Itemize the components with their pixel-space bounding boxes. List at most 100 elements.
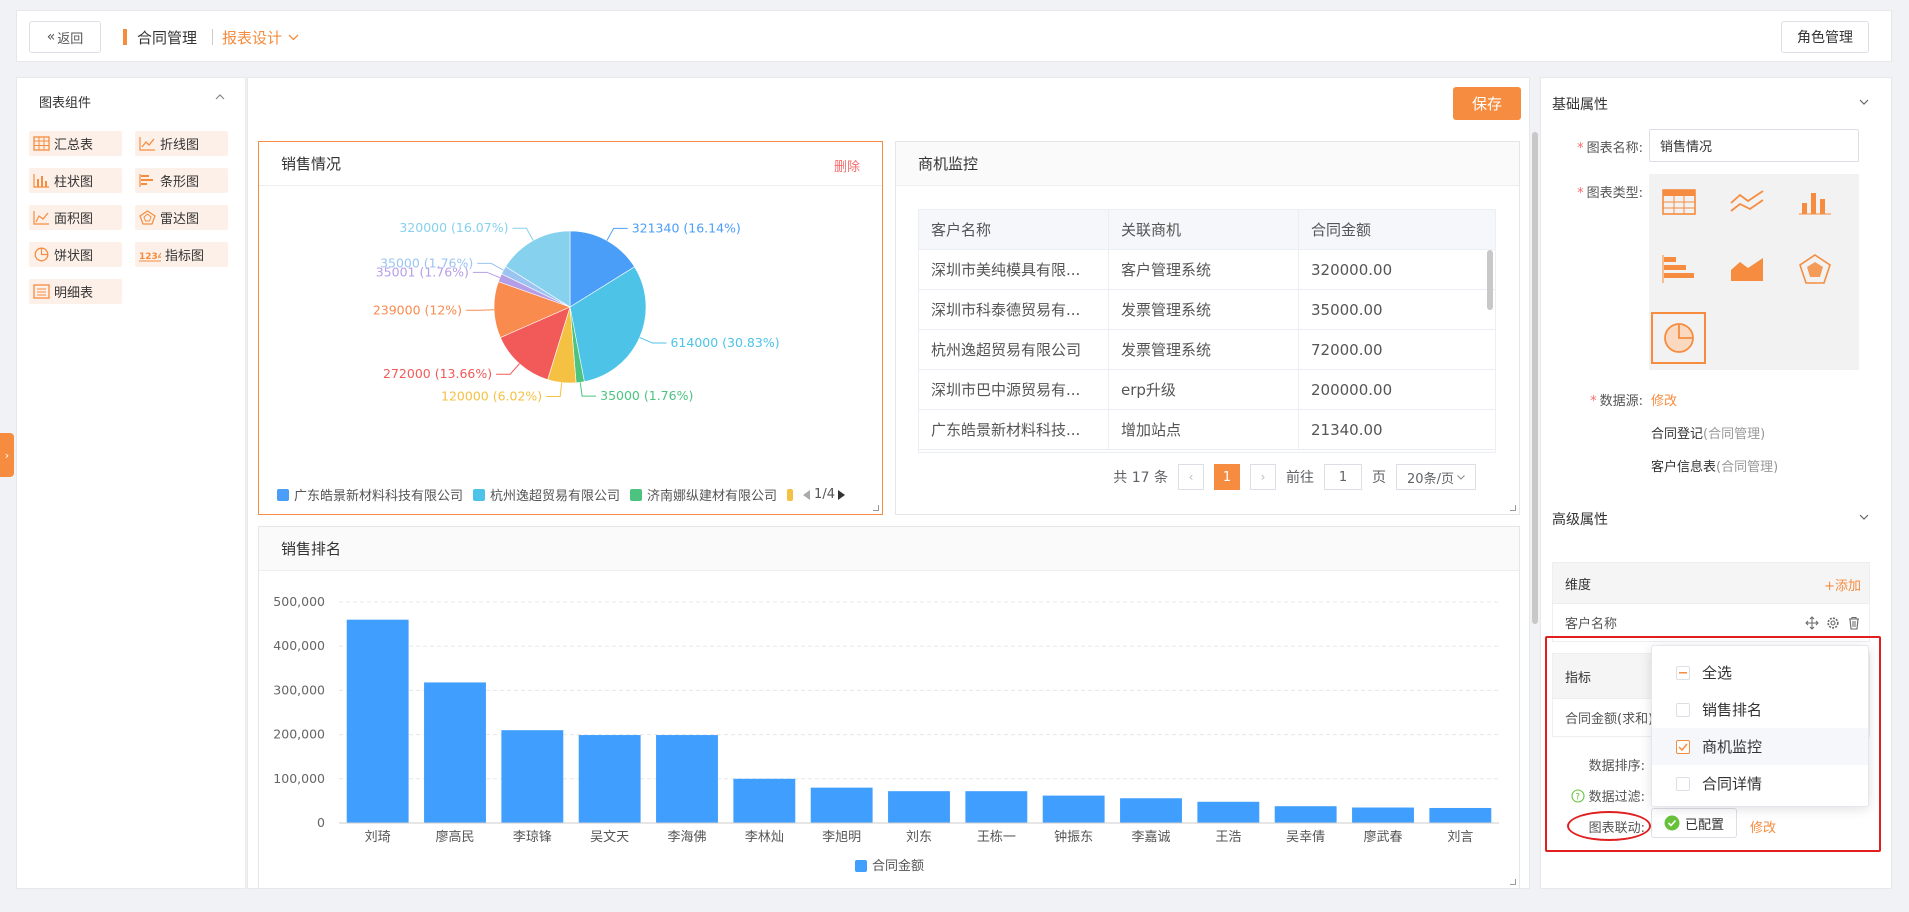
column-header[interactable]: 合同金额 bbox=[1299, 210, 1485, 249]
type-summary-table[interactable] bbox=[1651, 176, 1706, 228]
breadcrumb-module[interactable]: 合同管理 bbox=[137, 27, 197, 48]
column-header[interactable]: 客户名称 bbox=[919, 210, 1109, 249]
bar[interactable] bbox=[1197, 801, 1260, 823]
row-actions bbox=[1805, 616, 1861, 630]
dropdown-option-select-all[interactable]: 全选 bbox=[1652, 654, 1868, 691]
add-dimension-link[interactable]: +添加 bbox=[1824, 575, 1861, 594]
prev-page-button[interactable]: ‹ bbox=[1178, 464, 1204, 490]
component-pie-chart[interactable]: 饼状图 bbox=[29, 242, 122, 267]
bar[interactable] bbox=[1352, 807, 1414, 823]
table-row[interactable]: 深圳市巴中源贸易有... erp升级 200000.00 bbox=[919, 370, 1495, 410]
pie-label-line bbox=[477, 262, 504, 271]
save-button[interactable]: 保存 bbox=[1453, 87, 1521, 120]
bar[interactable] bbox=[424, 682, 486, 823]
back-button[interactable]: « 返回 bbox=[29, 21, 101, 53]
type-line-chart[interactable] bbox=[1719, 176, 1774, 228]
type-area-chart[interactable] bbox=[1719, 243, 1774, 295]
bar[interactable] bbox=[1120, 798, 1182, 823]
bar-chart: 500,000 400,000 300,000 200,000 100,000 0 刘琦 廖高… bbox=[273, 594, 1499, 874]
component-label: 折线图 bbox=[160, 138, 200, 153]
legend-swatch[interactable] bbox=[855, 860, 867, 872]
legend-item[interactable]: 杭州逸超贸易有限公司 bbox=[473, 485, 620, 504]
pie-chart-card[interactable]: 销售情况 删除 321340 (16.14%) 614000 (30.83%) 35… bbox=[258, 141, 883, 515]
bar[interactable] bbox=[1429, 807, 1492, 823]
type-pie-chart[interactable] bbox=[1651, 312, 1706, 364]
dropdown-option-opportunity[interactable]: 商机监控 bbox=[1652, 728, 1868, 765]
chart-name-input[interactable]: 销售情况 bbox=[1649, 129, 1859, 162]
type-bar-chart[interactable] bbox=[1787, 176, 1842, 228]
bar[interactable] bbox=[1274, 806, 1337, 823]
double-chevron-left-icon: « bbox=[46, 29, 55, 45]
pie-label-line bbox=[579, 382, 597, 397]
bar[interactable] bbox=[888, 791, 950, 823]
bar[interactable] bbox=[965, 791, 1028, 823]
page-size-select[interactable]: 20条/页 bbox=[1396, 464, 1476, 490]
resize-handle[interactable] bbox=[1510, 505, 1516, 511]
linkage-dropdown: 全选 销售排名 商机监控 合同详情 bbox=[1651, 645, 1869, 807]
role-management-button[interactable]: 角色管理 bbox=[1781, 21, 1869, 53]
datasource-edit-link[interactable]: 修改 bbox=[1651, 390, 1677, 409]
component-label: 雷达图 bbox=[160, 212, 200, 227]
breadcrumb-divider bbox=[212, 29, 213, 45]
bar[interactable] bbox=[656, 735, 718, 823]
required-mark: * bbox=[1590, 394, 1597, 409]
left-panel-toggle[interactable]: › bbox=[0, 433, 14, 477]
table-row[interactable]: 深圳市美纯模具有限... 客户管理系统 320000.00 bbox=[919, 250, 1495, 290]
bar[interactable] bbox=[578, 735, 641, 823]
dropdown-option-contract-detail[interactable]: 合同详情 bbox=[1652, 765, 1868, 802]
legend-item bbox=[787, 488, 794, 501]
datasource-module: (合同管理) bbox=[1716, 460, 1779, 475]
opportunity-table-card[interactable]: 商机监控 客户名称 关联商机 合同金额 深圳市美纯模具有限... 客户管理系统 … bbox=[895, 141, 1520, 515]
back-label: 返回 bbox=[57, 31, 84, 47]
table-row[interactable]: 深圳市科泰德贸易有... 发票管理系统 35000.00 bbox=[919, 290, 1495, 330]
resize-handle[interactable] bbox=[873, 505, 879, 511]
x-tick-label: 刘言 bbox=[1447, 830, 1473, 845]
chevron-down-icon[interactable] bbox=[1859, 97, 1869, 107]
current-page[interactable]: 1 bbox=[1214, 464, 1240, 490]
table-row[interactable]: 杭州逸超贸易有限公司 发票管理系统 72000.00 bbox=[919, 330, 1495, 370]
type-radar-chart[interactable] bbox=[1787, 243, 1842, 295]
component-indicator[interactable]: 1234 指标图 bbox=[135, 242, 228, 267]
triangle-left-icon[interactable] bbox=[803, 489, 811, 500]
bar[interactable] bbox=[733, 778, 796, 823]
legend-item[interactable]: 广东皓景新材料科技有限公司 bbox=[277, 485, 463, 504]
component-area-chart[interactable]: 面积图 bbox=[29, 205, 122, 230]
component-label: 面积图 bbox=[54, 212, 94, 227]
component-summary-table[interactable]: 汇总表 bbox=[29, 131, 122, 156]
dimension-item-label: 客户名称 bbox=[1565, 617, 1618, 632]
y-tick-label: 500,000 bbox=[273, 594, 325, 609]
dropdown-option-sales-ranking[interactable]: 销售排名 bbox=[1652, 691, 1868, 728]
trash-icon[interactable] bbox=[1847, 616, 1861, 630]
goto-page-input[interactable]: 1 bbox=[1324, 464, 1362, 490]
sales-ranking-card[interactable]: 销售排名 500,000 400,000 300,000 200,000 100,000… bbox=[258, 526, 1520, 889]
component-horizontal-bar[interactable]: 条形图 bbox=[135, 168, 228, 193]
indicator-icon: 1234 bbox=[139, 252, 161, 262]
chevron-down-icon[interactable] bbox=[1859, 512, 1869, 522]
type-horizontal-bar[interactable] bbox=[1651, 243, 1706, 295]
table-scrollbar[interactable] bbox=[1487, 250, 1493, 310]
table-row[interactable]: 广东皓景新材料科技... 增加站点 21340.00 bbox=[919, 410, 1495, 450]
x-tick-label: 李琼锋 bbox=[513, 830, 552, 845]
next-page-button[interactable]: › bbox=[1250, 464, 1276, 490]
gear-icon[interactable] bbox=[1826, 616, 1840, 630]
canvas-scrollbar[interactable] bbox=[1532, 132, 1538, 624]
chevron-up-icon[interactable] bbox=[215, 92, 225, 102]
bar[interactable] bbox=[1042, 795, 1105, 823]
triangle-right-icon[interactable] bbox=[837, 489, 846, 500]
component-detail-table[interactable]: 明细表 bbox=[29, 279, 122, 304]
component-radar-chart[interactable]: 雷达图 bbox=[135, 205, 228, 230]
bar[interactable] bbox=[810, 787, 873, 823]
component-line-chart[interactable]: 折线图 bbox=[135, 131, 228, 156]
table-cell: 深圳市美纯模具有限... bbox=[919, 250, 1109, 289]
bar[interactable] bbox=[501, 730, 564, 823]
component-bar-chart[interactable]: 柱状图 bbox=[29, 168, 122, 193]
breadcrumb-page-dropdown[interactable]: 报表设计 bbox=[222, 27, 299, 48]
x-tick-label: 李林灿 bbox=[745, 830, 784, 845]
x-tick-label: 王栋一 bbox=[977, 829, 1016, 845]
delete-link[interactable]: 删除 bbox=[834, 156, 860, 175]
move-icon[interactable] bbox=[1805, 616, 1819, 630]
legend-item[interactable]: 济南娜纵建材有限公司 bbox=[630, 485, 777, 504]
bar[interactable] bbox=[346, 619, 409, 823]
resize-handle[interactable] bbox=[1510, 879, 1516, 885]
column-header[interactable]: 关联商机 bbox=[1109, 210, 1299, 249]
